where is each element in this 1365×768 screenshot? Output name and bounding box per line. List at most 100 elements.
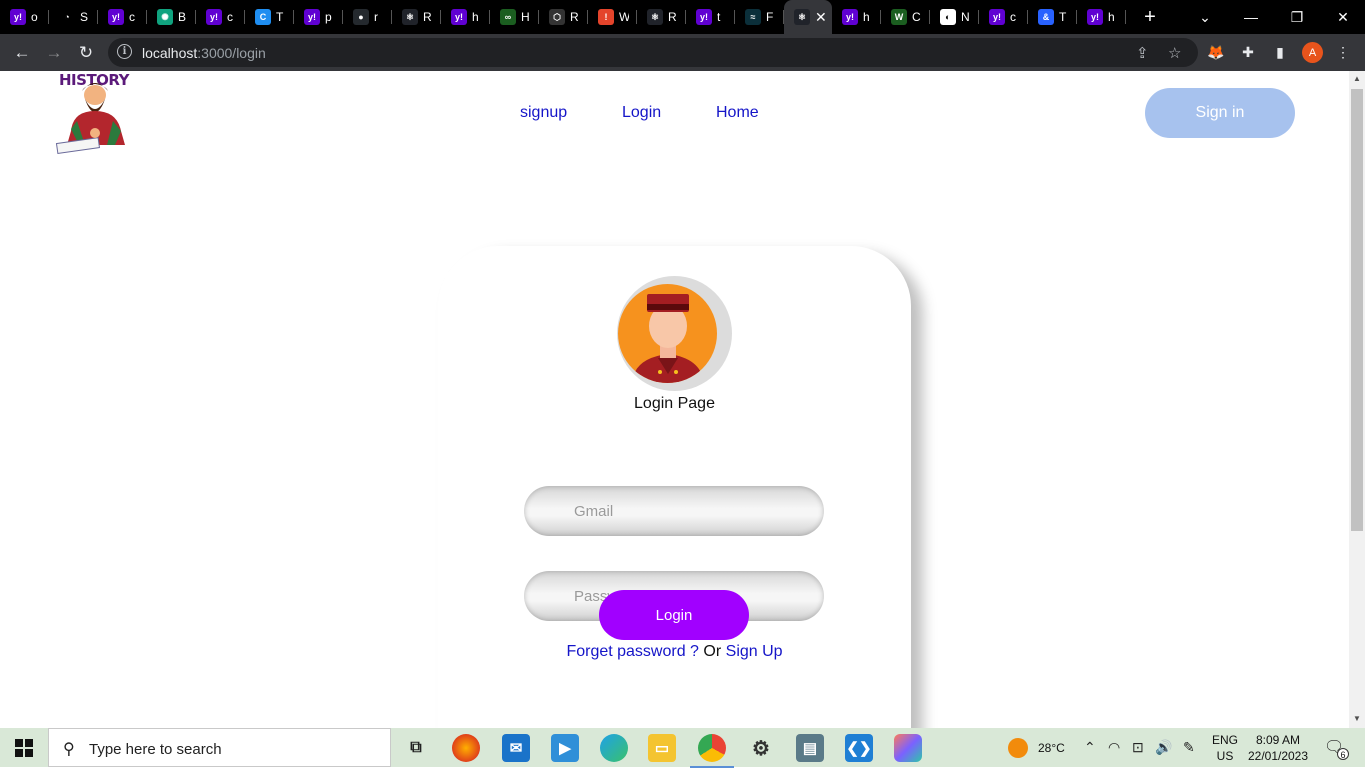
mail-icon[interactable]: ✉: [502, 734, 530, 762]
browser-tab[interactable]: ! W: [588, 0, 637, 34]
nav-home-link[interactable]: Home: [716, 104, 759, 122]
browser-tab[interactable]: WC: [881, 0, 930, 34]
react-icon: ⚛: [647, 9, 663, 25]
browser-tab[interactable]: y! h: [832, 0, 881, 34]
vscode-icon[interactable]: ❮❯: [845, 734, 873, 762]
profile-avatar[interactable]: A: [1302, 42, 1323, 63]
auth-links: Forget password ? Or Sign Up: [438, 643, 911, 661]
browser-tab[interactable]: & T: [1028, 0, 1077, 34]
tab-title: h: [1108, 10, 1115, 24]
browser-tab[interactable]: ⚛ R: [392, 0, 441, 34]
nav-signup-link[interactable]: signup: [520, 104, 567, 122]
scroll-up-icon[interactable]: ▲: [1353, 74, 1361, 83]
page-scrollbar[interactable]: ▲ ▼: [1349, 71, 1365, 728]
language-indicator[interactable]: ENG US: [1210, 732, 1240, 764]
gmail-input[interactable]: [524, 486, 824, 536]
browser-tab[interactable]: ⬡ R: [539, 0, 588, 34]
tab-title: H: [521, 10, 530, 24]
tab-title: S: [80, 10, 89, 24]
show-hidden-icons-chevron[interactable]: ⌃: [1084, 739, 1096, 756]
yahoo-icon: y!: [696, 9, 712, 25]
tab-title: N: [961, 10, 970, 24]
tab-separator: [1125, 10, 1126, 24]
pen-icon[interactable]: ✎: [1183, 739, 1195, 756]
minimize-icon[interactable]: —: [1228, 0, 1274, 34]
more-menu-icon[interactable]: ⋮: [1334, 43, 1352, 61]
browser-tab[interactable]: ≈ F: [735, 0, 784, 34]
browser-tab[interactable]: y! c: [98, 0, 147, 34]
scrollbar-thumb[interactable]: [1351, 89, 1363, 531]
forget-password-link[interactable]: Forget password ?: [566, 643, 699, 660]
browser-tab[interactable]: y! t: [686, 0, 735, 34]
close-window-icon[interactable]: ✕: [1320, 0, 1365, 34]
media-app-icon[interactable]: ▶: [551, 734, 579, 762]
address-bar[interactable]: i localhost:3000/login ⇪ ☆: [108, 38, 1198, 67]
edge-icon[interactable]: [600, 734, 628, 762]
clock[interactable]: 8:09 AM 22/01/2023: [1246, 732, 1310, 764]
task-view-icon[interactable]: ⧉: [402, 734, 430, 762]
yahoo-icon: y!: [108, 9, 124, 25]
reload-icon[interactable]: ↻: [73, 40, 99, 66]
browser-tab[interactable]: y! p: [294, 0, 343, 34]
infinity-icon: ∞: [500, 9, 516, 25]
browser-tab[interactable]: y! c: [196, 0, 245, 34]
browser-tab[interactable]: ● r: [343, 0, 392, 34]
meet-now-icon[interactable]: ⊡: [1132, 739, 1144, 756]
browser-tab[interactable]: y! h: [1077, 0, 1126, 34]
chrome-icon[interactable]: [690, 734, 734, 768]
tab-title: r: [374, 10, 378, 24]
start-button[interactable]: [0, 728, 48, 767]
volume-icon[interactable]: 🔊: [1155, 739, 1172, 756]
browser-tab[interactable]: ✺ B: [147, 0, 196, 34]
yahoo-icon: y!: [206, 9, 222, 25]
tab-title: R: [570, 10, 579, 24]
bellboy-avatar-image: [618, 284, 717, 383]
share-icon[interactable]: ⇪: [1136, 44, 1149, 62]
tab-search-icon[interactable]: ⌄: [1182, 0, 1228, 34]
new-tab-icon[interactable]: +: [1138, 6, 1162, 29]
browser-tab[interactable]: ∞ H: [490, 0, 539, 34]
metamask-icon[interactable]: 🦊: [1207, 43, 1225, 61]
taskbar-search[interactable]: ⚲ Type here to search: [48, 728, 391, 767]
app-icon[interactable]: [894, 734, 922, 762]
react-icon: ⚛: [402, 9, 418, 25]
notion-icon: ◐: [940, 9, 956, 25]
login-button[interactable]: Login: [599, 590, 749, 640]
site-info-icon[interactable]: i: [117, 44, 132, 59]
forward-icon[interactable]: →: [41, 40, 67, 66]
restore-icon[interactable]: ❐: [1274, 0, 1320, 34]
browser-tab[interactable]: y! h: [441, 0, 490, 34]
firefox-icon[interactable]: [452, 734, 480, 762]
close-tab-icon[interactable]: ✕: [815, 9, 827, 26]
browser-tab[interactable]: ◐ N: [930, 0, 979, 34]
news-app-icon[interactable]: ▤: [796, 734, 824, 762]
login-page-title: Login Page: [634, 395, 715, 412]
network-icon[interactable]: ◠: [1108, 739, 1120, 756]
browser-tab[interactable]: ◔ S: [49, 0, 98, 34]
side-panel-icon[interactable]: ▮: [1271, 43, 1289, 61]
browser-tab[interactable]: CT: [245, 0, 294, 34]
weather-temp[interactable]: 28°C: [1038, 740, 1065, 756]
settings-gear-icon[interactable]: ⚙: [747, 734, 775, 762]
tab-title: R: [668, 10, 677, 24]
browser-tab-strip: y! o ◔ Sy! c ✺ By! c C Ty! p ● r ⚛ Ry! h ∞ H ⬡ R! W ⚛ Ry! t ≈ F ⚛ ✕…: [0, 0, 1365, 34]
weather-sun-icon[interactable]: [1008, 738, 1028, 758]
clock-date: 22/01/2023: [1247, 749, 1309, 763]
sign-in-button[interactable]: Sign in: [1145, 88, 1295, 138]
file-explorer-icon[interactable]: ▭: [648, 734, 676, 762]
taskbar-search-placeholder: Type here to search: [89, 741, 222, 758]
back-icon[interactable]: ←: [9, 40, 35, 66]
nav-login-link[interactable]: Login: [622, 104, 661, 122]
browser-tab[interactable]: y! c: [979, 0, 1028, 34]
extensions-icon[interactable]: ✚: [1239, 43, 1257, 61]
or-text: Or: [703, 643, 722, 660]
history-logo[interactable]: HISTORY: [55, 71, 135, 155]
browser-tab-active[interactable]: ⚛ ✕: [784, 0, 832, 34]
sign-up-link[interactable]: Sign Up: [726, 643, 783, 660]
tab-title: o: [31, 10, 38, 24]
browser-tab[interactable]: ⚛ R: [637, 0, 686, 34]
bookmark-star-icon[interactable]: ☆: [1168, 44, 1181, 62]
speedometer-icon: ◔: [59, 9, 75, 25]
browser-tab[interactable]: y! o: [0, 0, 49, 34]
scroll-down-icon[interactable]: ▼: [1353, 714, 1361, 723]
